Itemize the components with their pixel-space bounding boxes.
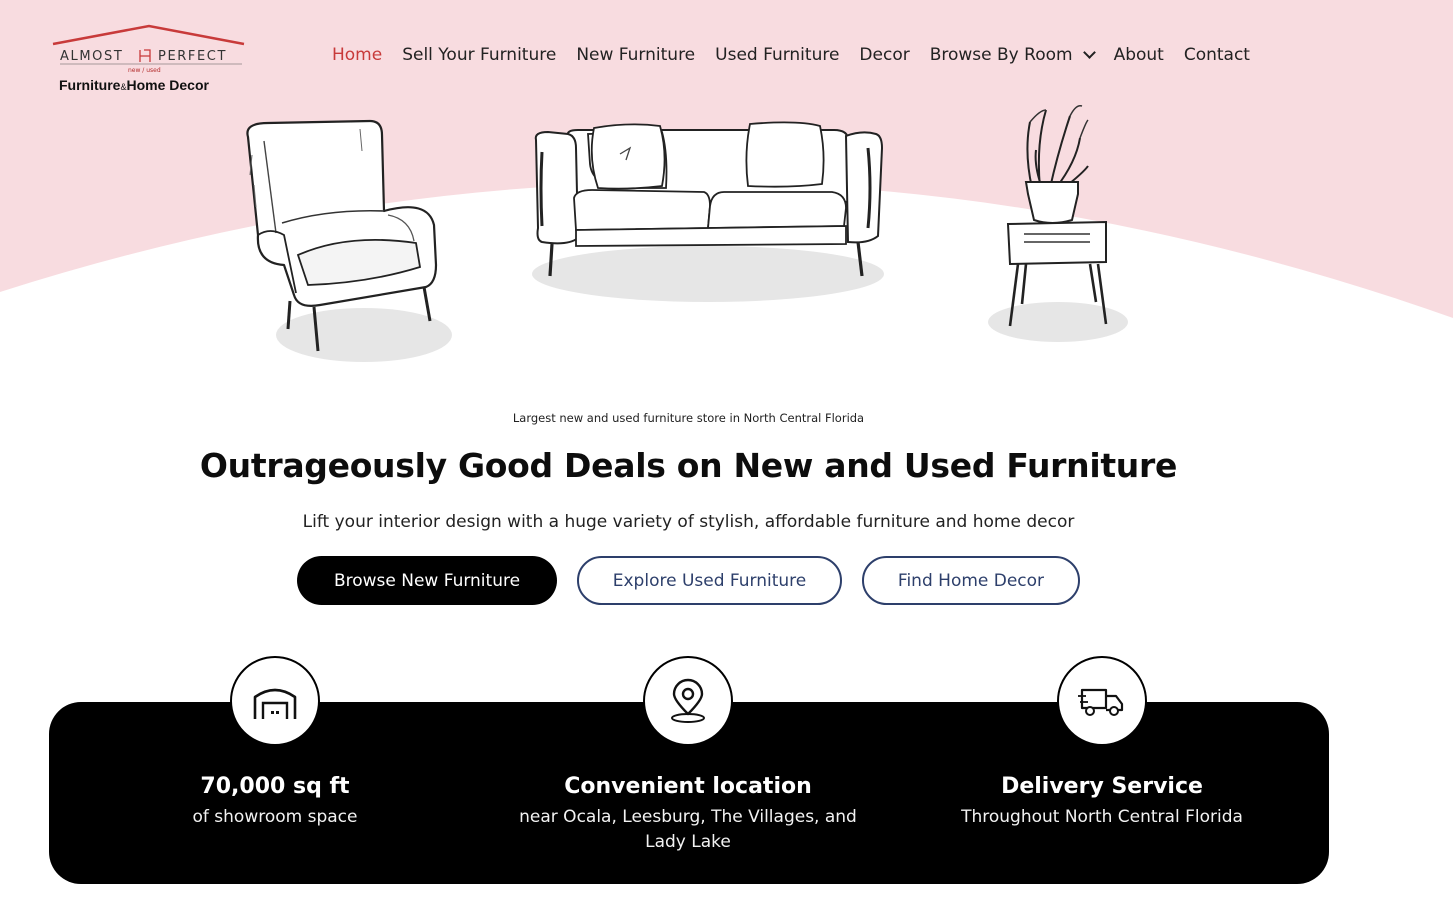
feature-title: Delivery Service	[1001, 774, 1203, 799]
logo-tag-end: Home Decor	[126, 77, 209, 93]
cta-button-row: Browse New Furniture Explore Used Furnit…	[0, 556, 1377, 605]
explore-used-furniture-button[interactable]: Explore Used Furniture	[577, 556, 842, 605]
armchair-illustration	[246, 119, 452, 362]
browse-new-furniture-button[interactable]: Browse New Furniture	[297, 556, 557, 605]
logo-tagline: Furniture&Home Decor	[59, 77, 209, 93]
nav-new-furniture[interactable]: New Furniture	[576, 45, 695, 65]
find-home-decor-button[interactable]: Find Home Decor	[862, 556, 1080, 605]
chevron-down-icon	[1082, 45, 1096, 59]
nav-home[interactable]: Home	[332, 45, 382, 65]
feature-title: 70,000 sq ft	[200, 774, 350, 799]
location-pin-icon	[643, 656, 733, 746]
hero-headline: Outrageously Good Deals on New and Used …	[199, 446, 1178, 485]
feature-description: of showroom space	[192, 807, 358, 827]
logo-word-almost: ALMOST	[60, 49, 124, 64]
warehouse-icon	[230, 656, 320, 746]
side-table-plant-illustration	[988, 104, 1128, 342]
nav-about[interactable]: About	[1114, 45, 1164, 65]
nav-sell-your-furniture[interactable]: Sell Your Furniture	[402, 45, 556, 65]
nav-decor[interactable]: Decor	[859, 45, 909, 65]
hero-subhead: Lift your interior design with a huge va…	[302, 512, 1075, 532]
sofa-illustration	[532, 121, 884, 302]
nav-browse-by-room-label: Browse By Room	[929, 45, 1073, 65]
delivery-truck-icon	[1057, 656, 1147, 746]
hero-tagline: Largest new and used furniture store in …	[512, 411, 865, 425]
site-logo[interactable]: ALMOST PERFECT new / used Furniture&Home…	[52, 24, 246, 96]
logo-subtitle: new / used	[128, 67, 161, 74]
nav-contact[interactable]: Contact	[1184, 45, 1250, 65]
logo-word-perfect: PERFECT	[158, 49, 227, 64]
feature-description: near Ocala, Leesburg, The Villages, and …	[519, 807, 857, 852]
feature-description: Throughout North Central Florida	[961, 807, 1243, 827]
main-navigation: Home Sell Your Furniture New Furniture U…	[332, 45, 1270, 65]
nav-browse-by-room[interactable]: Browse By Room	[929, 45, 1096, 65]
nav-used-furniture[interactable]: Used Furniture	[715, 45, 839, 65]
logo-tag-main: Furniture	[59, 77, 121, 93]
feature-title: Convenient location	[564, 774, 812, 799]
